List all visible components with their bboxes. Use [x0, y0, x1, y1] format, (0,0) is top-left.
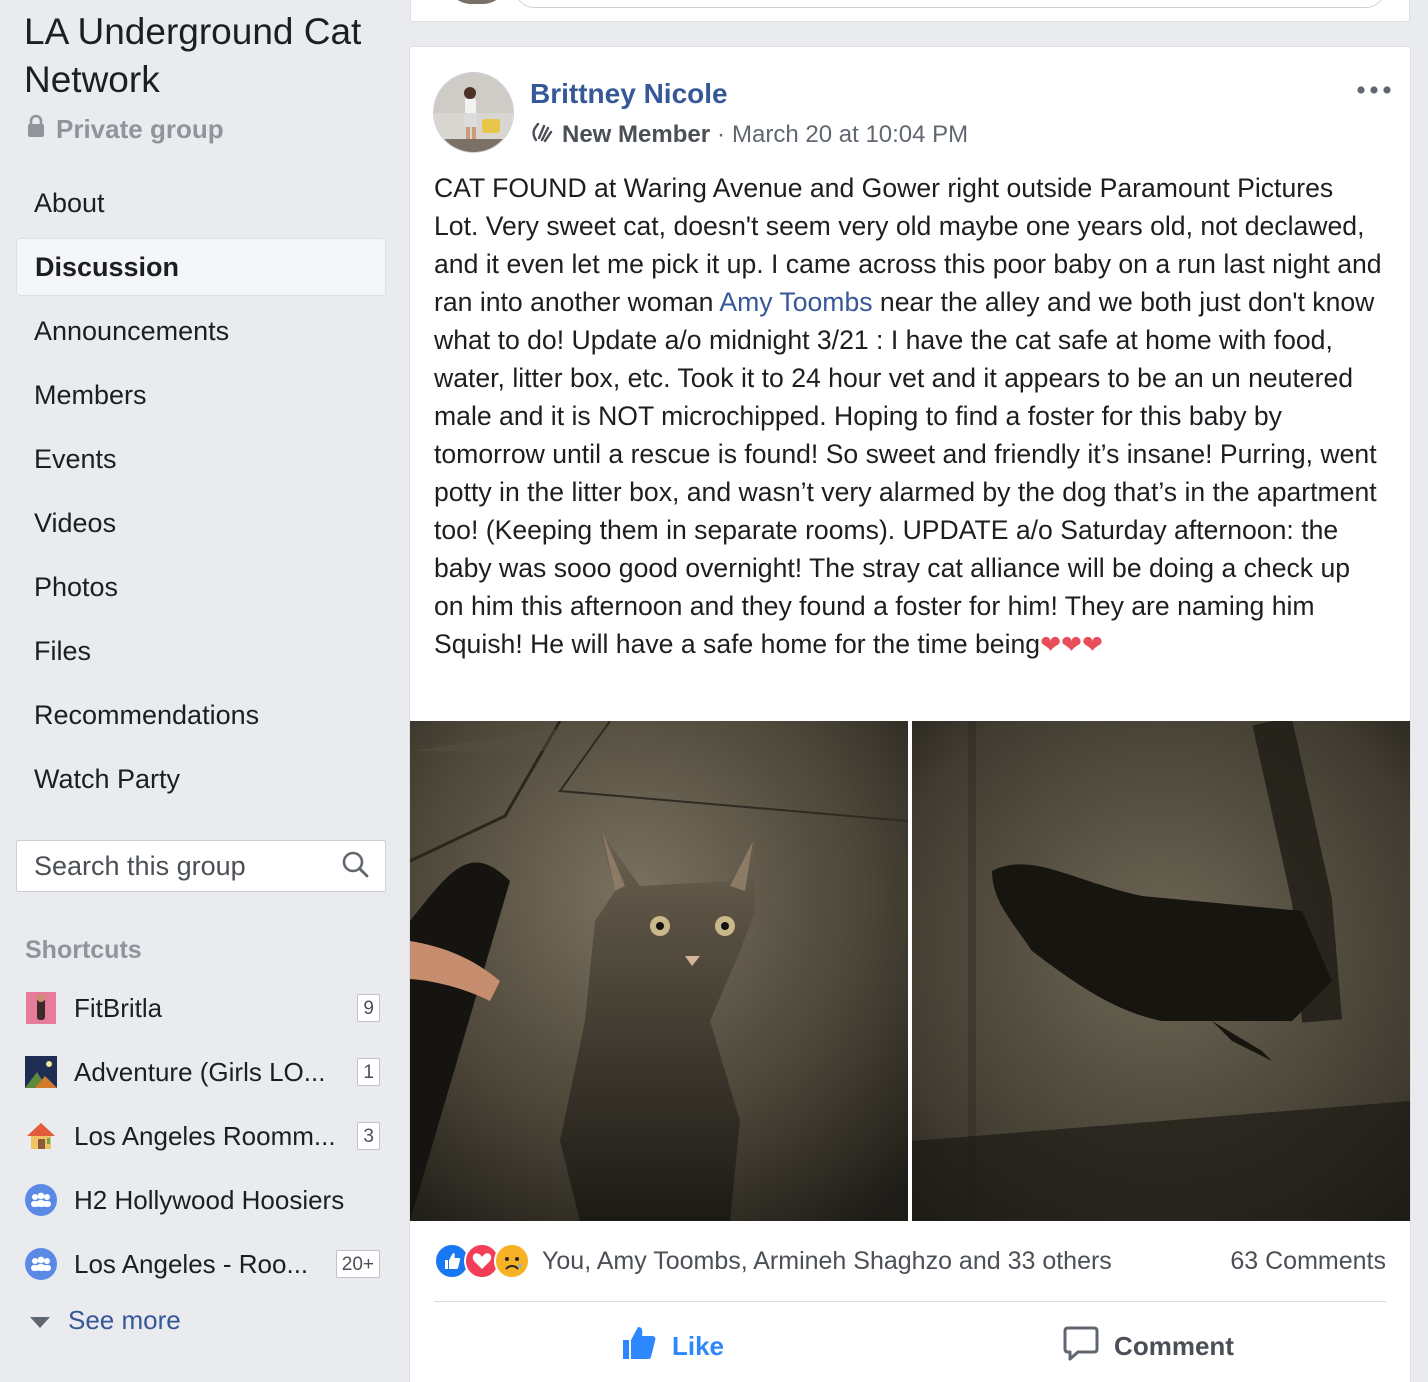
comments-count-link[interactable]: 63 Comments [1230, 1247, 1386, 1276]
nav-item-recommendations[interactable]: Recommendations [16, 686, 386, 744]
post-photo[interactable] [410, 721, 908, 1221]
privacy-text: Private group [56, 113, 224, 144]
composer-input[interactable] [515, 0, 1385, 8]
more-dots-icon [1357, 86, 1391, 94]
meta-separator: · [717, 121, 726, 148]
group-thumbnail-icon [24, 991, 58, 1025]
sad-reaction-icon [494, 1243, 530, 1279]
nav-item-about[interactable]: About [16, 174, 386, 232]
composer-card-remnant [410, 0, 1410, 22]
thumbs-up-icon [620, 1324, 658, 1369]
post-photos [410, 721, 1410, 1221]
nav-label: Events [34, 443, 117, 474]
shortcut-label: Los Angeles - Roo... [74, 1248, 309, 1279]
nav-label: Recommendations [34, 699, 260, 730]
see-more-link[interactable]: See more [30, 1302, 181, 1338]
wave-hand-icon [530, 120, 554, 151]
group-thumbnail-icon [24, 1055, 58, 1089]
shortcut-label: Adventure (Girls LO... [74, 1056, 326, 1087]
post-card: Brittney Nicole New Member · March 20 at… [409, 46, 1411, 1382]
like-button[interactable]: Like [434, 1311, 910, 1381]
post-actions: Like Comment [434, 1311, 1386, 1381]
nav-item-files[interactable]: Files [16, 622, 386, 680]
nav-label: Members [34, 379, 147, 410]
nav-label: Photos [34, 571, 119, 602]
nav-item-videos[interactable]: Videos [16, 494, 386, 552]
shortcut-label: FitBritla [74, 992, 163, 1023]
reaction-icons [434, 1243, 530, 1279]
notification-count-badge: 20+ [335, 1250, 380, 1278]
house-icon [24, 1119, 58, 1153]
group-nav: About Discussion Announcements Members E… [16, 174, 386, 814]
like-label: Like [671, 1330, 725, 1361]
sidebar: LA Underground Cat Network Private group… [0, 0, 400, 1382]
notification-count-badge: 3 [357, 1122, 380, 1150]
shortcut-item[interactable]: Adventure (Girls LO... 1 [24, 1052, 380, 1092]
comment-label: Comment [1114, 1330, 1234, 1361]
shortcut-item[interactable]: FitBritla 9 [24, 988, 380, 1028]
nav-label: Files [34, 635, 92, 666]
lock-icon [26, 114, 46, 145]
more-options-button[interactable] [1356, 75, 1392, 105]
nav-item-members[interactable]: Members [16, 366, 386, 424]
privacy-label: Private group [26, 112, 224, 146]
nav-item-announcements[interactable]: Announcements [16, 302, 386, 360]
shortcut-item[interactable]: Los Angeles Roomm... 3 [24, 1116, 380, 1156]
group-people-icon [24, 1183, 58, 1217]
nav-item-events[interactable]: Events [16, 430, 386, 488]
group-title[interactable]: LA Underground Cat Network [24, 8, 394, 104]
nav-label: Watch Party [34, 763, 181, 794]
shortcut-label: Los Angeles Roomm... [74, 1120, 336, 1151]
avatar[interactable] [433, 72, 514, 153]
reactions-bar: You, Amy Toombs, Armineh Shaghzo and 33 … [434, 1239, 1386, 1283]
comment-bubble-icon [1062, 1325, 1100, 1368]
nav-label: Announcements [34, 315, 230, 346]
divider [434, 1301, 1386, 1302]
avatar [447, 0, 507, 4]
search-icon[interactable] [341, 850, 369, 883]
post-author-name[interactable]: Brittney Nicole [530, 78, 728, 110]
post-photo[interactable] [912, 721, 1410, 1221]
member-badge: New Member [562, 121, 711, 148]
nav-label: Discussion [35, 251, 180, 282]
mention-link[interactable]: Amy Toombs [719, 287, 872, 317]
nav-label: Videos [34, 507, 117, 538]
comment-button[interactable]: Comment [910, 1311, 1386, 1381]
nav-item-photos[interactable]: Photos [16, 558, 386, 616]
nav-label: About [34, 187, 105, 218]
post-body-text: CAT FOUND at Waring Avenue and Gower rig… [434, 169, 1384, 664]
reactions-text: You, Amy Toombs, Armineh Shaghzo and 33 … [542, 1246, 1112, 1275]
see-more-label: See more [68, 1304, 181, 1335]
nav-item-watch-party[interactable]: Watch Party [16, 750, 386, 808]
chevron-down-icon [30, 1305, 50, 1336]
group-people-icon [24, 1247, 58, 1281]
shortcut-item[interactable]: H2 Hollywood Hoosiers [24, 1180, 380, 1220]
reactions-summary[interactable]: You, Amy Toombs, Armineh Shaghzo and 33 … [434, 1243, 1112, 1279]
shortcut-label: H2 Hollywood Hoosiers [74, 1184, 345, 1215]
group-search-box [16, 840, 386, 892]
heart-emoji-icons: ❤❤❤ [1040, 631, 1103, 659]
search-input[interactable] [34, 850, 324, 882]
notification-count-badge: 1 [357, 1058, 380, 1086]
post-timestamp[interactable]: March 20 at 10:04 PM [732, 121, 968, 149]
post-text-part: near the alley and we both just don't kn… [434, 287, 1377, 659]
shortcuts-heading: Shortcuts [25, 936, 142, 964]
nav-item-discussion[interactable]: Discussion [16, 238, 386, 296]
shortcut-item[interactable]: Los Angeles - Roo... 20+ [24, 1244, 380, 1284]
notification-count-badge: 9 [357, 994, 380, 1022]
post-meta: New Member · March 20 at 10:04 PM [530, 119, 968, 151]
